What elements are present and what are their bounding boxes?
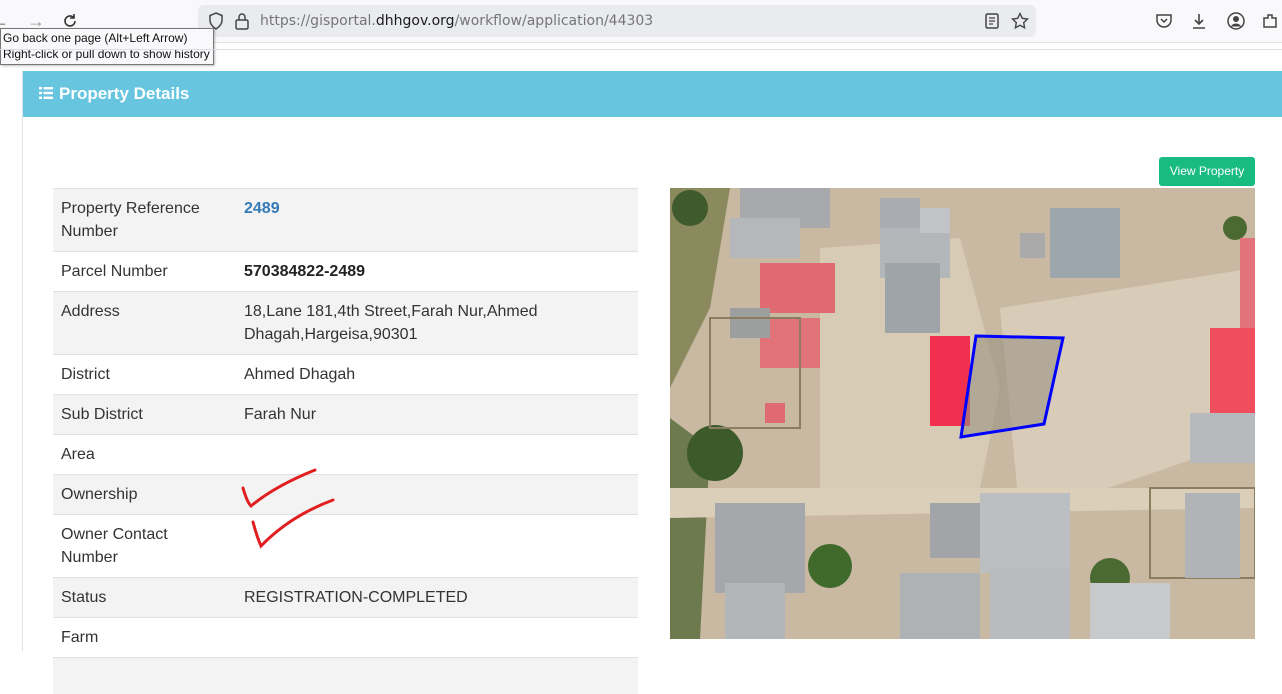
url-text[interactable]: https://gisportal.dhhgov.org/workflow/ap… (260, 13, 653, 29)
reader-view-icon[interactable] (982, 11, 1002, 31)
status-value: REGISTRATION-COMPLETED (236, 578, 638, 618)
view-property-button[interactable]: View Property (1159, 157, 1255, 186)
row-label: Parcel Number (53, 252, 236, 292)
account-icon[interactable] (1226, 11, 1246, 31)
sub-district-value: Farah Nur (236, 395, 638, 435)
farm-value (236, 618, 638, 658)
extensions-icon[interactable] (1260, 11, 1280, 31)
address-value: 18,Lane 181,4th Street,Farah Nur,Ahmed D… (236, 292, 638, 355)
download-icon[interactable] (1189, 11, 1209, 31)
table-row: Address 18,Lane 181,4th Street,Farah Nur… (53, 292, 638, 355)
row-label: Ownership (53, 475, 236, 515)
list-icon (39, 86, 53, 100)
bookmark-star-icon[interactable] (1010, 11, 1030, 31)
row-label: Area (53, 435, 236, 475)
table-row: Ownership (53, 475, 638, 515)
row-label: Owner Contact Number (53, 515, 236, 578)
table-row: Farm (53, 618, 638, 658)
property-details-table: Property Reference Number 2489 Parcel Nu… (53, 188, 638, 694)
row-label: District (53, 355, 236, 395)
table-row: Parcel Number 570384822-2489 (53, 252, 638, 292)
row-label: Sub District (53, 395, 236, 435)
table-row: Owner Contact Number (53, 515, 638, 578)
table-row: Status REGISTRATION-COMPLETED (53, 578, 638, 618)
ownership-value (236, 475, 638, 515)
panel-header: Property Details (23, 71, 1282, 117)
address-bar[interactable]: https://gisportal.dhhgov.org/workflow/ap… (198, 5, 1036, 37)
panel-title: Property Details (59, 84, 189, 104)
url-path: /workflow/application/44303 (455, 13, 654, 29)
pocket-icon[interactable] (1154, 11, 1174, 31)
table-row (53, 658, 638, 694)
back-button-tooltip: Go back one page (Alt+Left Arrow) Right-… (0, 28, 214, 65)
row-label: Status (53, 578, 236, 618)
area-value (236, 435, 638, 475)
row-label: Farm (53, 618, 236, 658)
table-row: Area (53, 435, 638, 475)
lock-icon[interactable] (232, 11, 252, 31)
property-reference-link[interactable]: 2489 (236, 189, 638, 252)
parcel-aerial-map[interactable] (670, 188, 1255, 639)
table-row: Sub District Farah Nur (53, 395, 638, 435)
table-row: Property Reference Number 2489 (53, 189, 638, 252)
page-divider (0, 49, 1282, 50)
url-domain: dhhgov.org (376, 13, 455, 29)
tooltip-line-1: Go back one page (Alt+Left Arrow) (3, 30, 210, 46)
row-label: Address (53, 292, 236, 355)
parcel-number-value: 570384822-2489 (236, 252, 638, 292)
row-label: Property Reference Number (53, 189, 236, 252)
url-prefix: https://gisportal. (260, 13, 376, 29)
district-value: Ahmed Dhagah (236, 355, 638, 395)
table-row: District Ahmed Dhagah (53, 355, 638, 395)
owner-contact-value (236, 515, 638, 578)
